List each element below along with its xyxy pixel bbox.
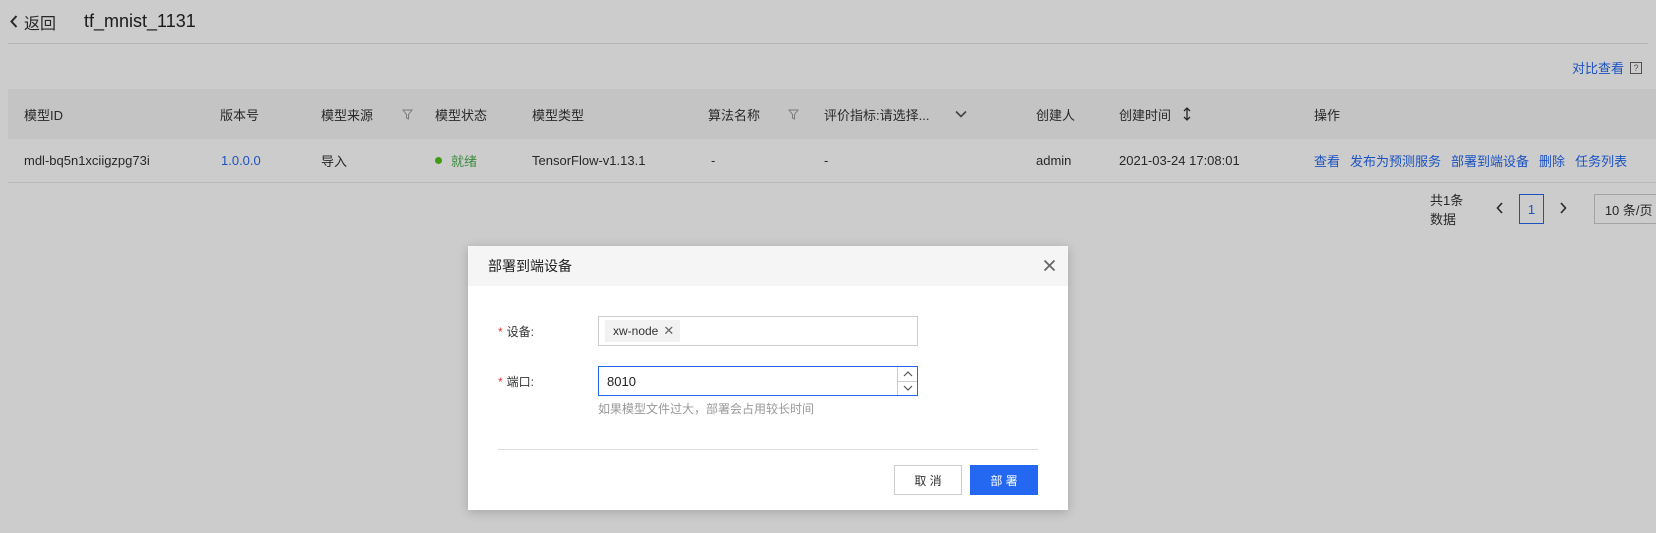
close-icon[interactable] bbox=[1043, 256, 1056, 276]
device-row: * 设备: xw-node ✕ bbox=[498, 316, 918, 346]
port-stepper-controls bbox=[897, 367, 917, 395]
device-select[interactable]: xw-node ✕ bbox=[598, 316, 918, 346]
port-row: * 端口: bbox=[498, 366, 918, 396]
cancel-button[interactable]: 取 消 bbox=[894, 465, 962, 495]
port-stepper bbox=[598, 366, 918, 396]
device-tag: xw-node ✕ bbox=[605, 320, 681, 342]
port-input[interactable] bbox=[599, 367, 889, 395]
port-label: * 端口: bbox=[498, 374, 535, 389]
dialog-header: 部署到端设备 bbox=[468, 246, 1068, 286]
decrement-icon[interactable] bbox=[898, 382, 917, 396]
increment-icon[interactable] bbox=[898, 367, 917, 382]
device-tag-label: xw-node bbox=[613, 324, 659, 338]
deploy-button[interactable]: 部 署 bbox=[970, 465, 1038, 495]
deploy-edge-dialog: 部署到端设备 *设备: xw-node ✕ *端口: 如果模型文件过大，部署会占… bbox=[468, 246, 1068, 510]
dialog-divider bbox=[498, 449, 1038, 450]
dialog-title: 部署到端设备 bbox=[488, 258, 572, 274]
port-hint: 如果模型文件过大，部署会占用较长时间 bbox=[598, 402, 815, 416]
device-label: * 设备: bbox=[498, 324, 535, 339]
remove-tag-icon[interactable]: ✕ bbox=[663, 323, 674, 339]
